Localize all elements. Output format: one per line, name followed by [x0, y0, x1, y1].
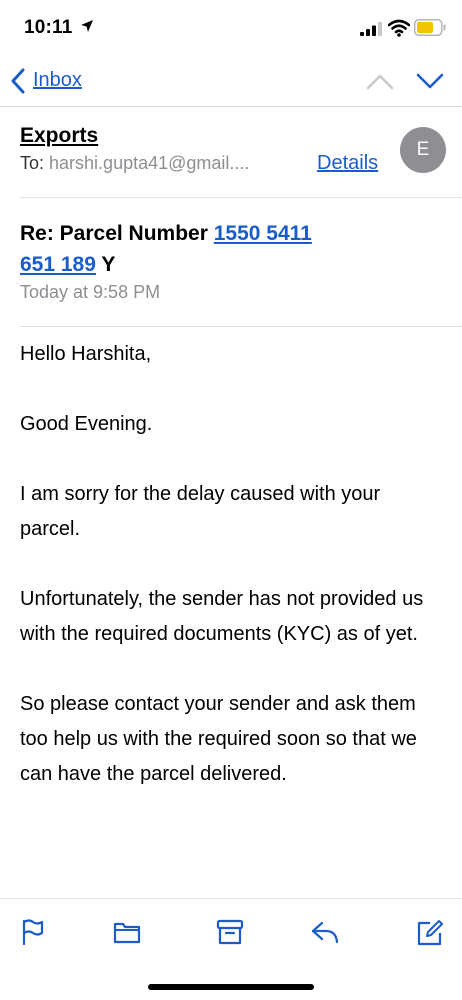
body-paragraph: I am sorry for the delay caused with you… — [20, 483, 381, 540]
bottom-toolbar — [0, 898, 462, 969]
details-link[interactable]: Details — [317, 152, 378, 175]
cellular-signal-icon — [360, 22, 382, 36]
sender-name[interactable]: Exports — [20, 124, 98, 148]
compose-icon[interactable] — [415, 917, 445, 947]
previous-message-chevron-up-icon[interactable] — [365, 72, 395, 90]
folder-icon[interactable] — [112, 917, 142, 947]
header-divider — [20, 197, 462, 198]
location-arrow-icon — [81, 20, 93, 32]
to-label: To: — [20, 153, 45, 173]
archive-icon[interactable] — [215, 917, 245, 947]
email-body: Hello Harshita, Good Evening. I am sorry… — [20, 337, 440, 827]
back-chevron-icon[interactable] — [10, 68, 26, 94]
body-paragraph: Hello Harshita, — [20, 343, 152, 365]
navigation-bar: Inbox — [0, 56, 462, 107]
body-paragraph: So please contact your sender and ask th… — [20, 693, 417, 785]
next-message-chevron-down-icon[interactable] — [415, 72, 445, 90]
recipient-address[interactable]: harshi.gupta41@gmail.... — [49, 153, 249, 173]
home-indicator[interactable] — [148, 984, 314, 990]
back-to-inbox-button[interactable]: Inbox — [33, 69, 82, 92]
body-paragraph: Good Evening. — [20, 413, 153, 435]
sender-avatar[interactable]: E — [400, 127, 446, 173]
status-bar: 10:11 — [0, 0, 462, 56]
recipient-line: To: harshi.gupta41@gmail.... — [20, 153, 249, 174]
reply-icon[interactable] — [310, 917, 340, 947]
battery-icon — [414, 19, 446, 36]
flag-icon[interactable] — [18, 917, 48, 947]
status-time: 10:11 — [24, 17, 73, 38]
body-paragraph: Unfortunately, the sender has not provid… — [20, 588, 424, 645]
email-date: Today at 9:58 PM — [20, 282, 161, 302]
subject-prefix: Re: Parcel Number — [20, 222, 214, 245]
email-subject: Re: Parcel Number 1550 5411 651 189 Y — [20, 218, 400, 280]
subject-suffix: Y — [95, 253, 116, 276]
wifi-icon — [388, 19, 410, 37]
subject-divider — [20, 326, 462, 327]
